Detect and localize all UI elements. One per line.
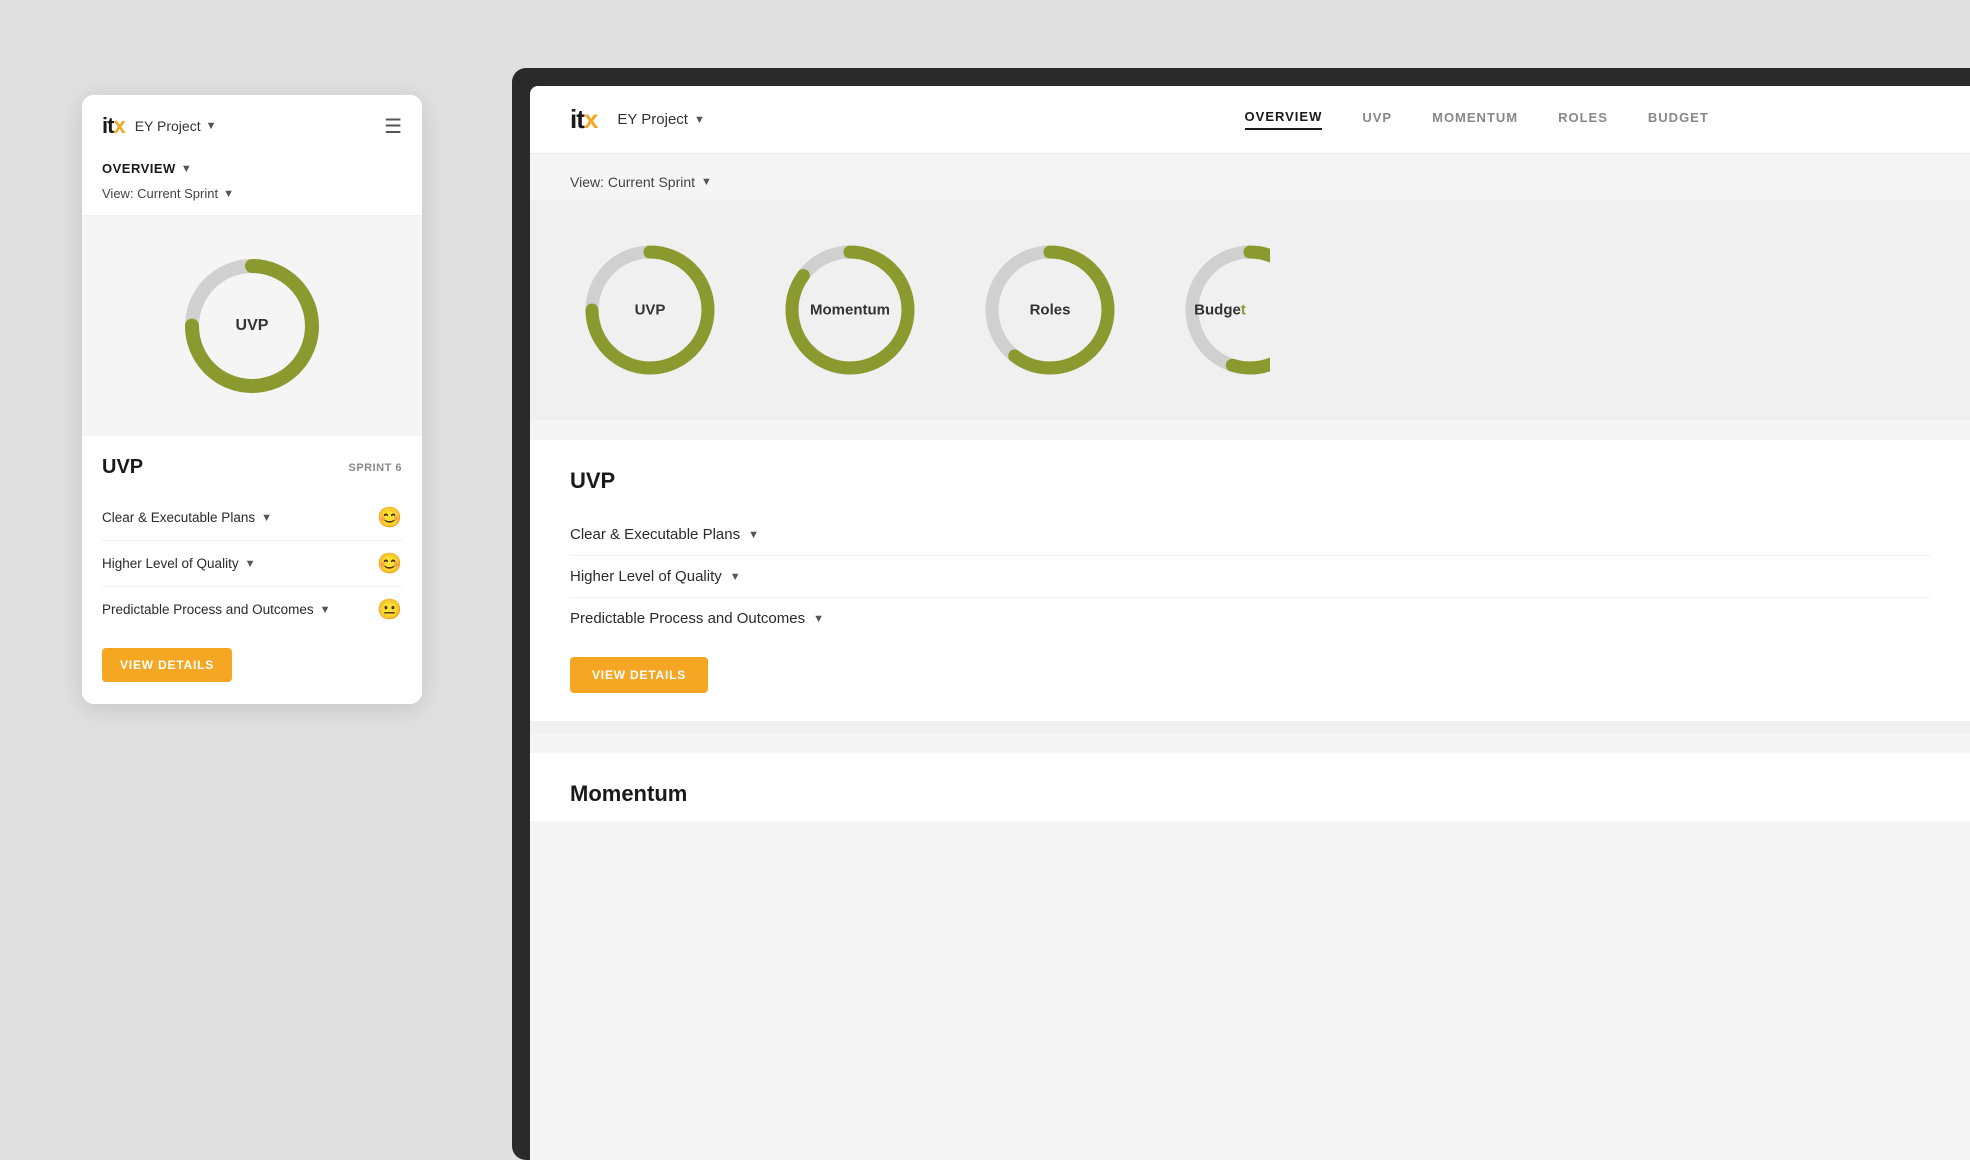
desktop-view-selector[interactable]: View: Current Sprint ▼ <box>530 154 1970 200</box>
list-item[interactable]: Higher Level of Quality ▼ 😊 <box>102 541 402 587</box>
mobile-project-label: EY Project <box>135 118 201 134</box>
desktop-header: itx EY Project ▼ OVERVIEW UVP MOMENTUM R… <box>530 86 1970 154</box>
mobile-header-left: itx EY Project ▼ <box>102 113 216 139</box>
desktop-header-left: itx EY Project ▼ <box>570 104 1023 135</box>
charts-row: UVP Momentum Roles <box>530 200 1970 420</box>
tab-roles[interactable]: ROLES <box>1558 110 1608 129</box>
chart-roles-label: Roles <box>1030 302 1071 319</box>
chart-roles[interactable]: Roles <box>970 230 1130 390</box>
mobile-donut-label: UVP <box>236 317 269 335</box>
tab-overview[interactable]: OVERVIEW <box>1245 109 1323 130</box>
chevron-down-icon: ▼ <box>730 571 741 583</box>
desktop-view-details-button[interactable]: VIEW DETAILS <box>570 657 708 693</box>
hamburger-icon[interactable]: ☰ <box>384 114 402 139</box>
chevron-down-icon: ▼ <box>320 604 331 616</box>
chevron-down-icon: ▼ <box>701 176 712 188</box>
chevron-down-icon: ▼ <box>813 613 824 625</box>
list-item[interactable]: Clear & Executable Plans ▼ <box>570 514 1930 556</box>
uvp-item-label: Predictable Process and Outcomes ▼ <box>102 602 331 617</box>
mobile-view-selector[interactable]: View: Current Sprint ▼ <box>102 186 402 201</box>
mobile-card: itx EY Project ▼ ☰ OVERVIEW ▼ View: Curr… <box>82 95 422 704</box>
tab-uvp[interactable]: UVP <box>1362 110 1392 129</box>
chart-budget[interactable]: Budget <box>1170 230 1270 390</box>
chevron-down-icon: ▼ <box>748 529 759 541</box>
neutral-emoji-icon: 😐 <box>377 597 402 622</box>
list-item[interactable]: Predictable Process and Outcomes ▼ <box>570 598 1930 639</box>
tab-budget[interactable]: BUDGET <box>1648 110 1709 129</box>
mobile-uvp-title: UVP <box>102 456 143 479</box>
chart-uvp-label: UVP <box>635 302 666 319</box>
uvp-item-label: Higher Level of Quality ▼ <box>102 556 255 571</box>
mobile-donut-uvp: UVP <box>172 246 332 406</box>
mobile-uvp-header: UVP SPRINT 6 <box>102 456 402 479</box>
chart-momentum-label: Momentum <box>810 302 890 319</box>
mobile-project-selector[interactable]: EY Project ▼ <box>135 118 217 134</box>
list-item[interactable]: Higher Level of Quality ▼ <box>570 556 1930 598</box>
momentum-section: Momentum <box>530 753 1970 821</box>
chart-budget-label: Budget <box>1194 302 1246 319</box>
desktop-inner: itx EY Project ▼ OVERVIEW UVP MOMENTUM R… <box>530 86 1970 1160</box>
list-item[interactable]: Predictable Process and Outcomes ▼ 😐 <box>102 587 402 632</box>
desktop-frame: itx EY Project ▼ OVERVIEW UVP MOMENTUM R… <box>512 68 1970 1160</box>
section-divider <box>530 721 1970 733</box>
desktop-project-label: EY Project <box>617 111 688 128</box>
uvp-card: UVP Clear & Executable Plans ▼ Higher Le… <box>530 440 1970 721</box>
happy-emoji-icon: 😊 <box>377 551 402 576</box>
chevron-down-icon: ▼ <box>206 120 217 132</box>
uvp-item-label: Clear & Executable Plans ▼ <box>102 510 272 525</box>
mobile-view-details-button[interactable]: VIEW DETAILS <box>102 648 232 682</box>
chevron-down-icon: ▼ <box>261 512 272 524</box>
mobile-chart-area: UVP <box>82 216 422 436</box>
chevron-down-icon: ▼ <box>694 114 705 126</box>
mobile-uvp-section: UVP SPRINT 6 Clear & Executable Plans ▼ … <box>82 436 422 704</box>
happy-emoji-icon: 😊 <box>377 505 402 530</box>
desktop-uvp-item-label: Predictable Process and Outcomes ▼ <box>570 610 824 627</box>
mobile-nav: OVERVIEW ▼ View: Current Sprint ▼ <box>82 153 422 216</box>
desktop-uvp-item-label: Higher Level of Quality ▼ <box>570 568 741 585</box>
chevron-down-icon: ▼ <box>245 558 256 570</box>
desktop-content: View: Current Sprint ▼ UVP <box>530 154 1970 1160</box>
list-item[interactable]: Clear & Executable Plans ▼ 😊 <box>102 495 402 541</box>
mobile-header: itx EY Project ▼ ☰ <box>82 95 422 153</box>
chart-momentum[interactable]: Momentum <box>770 230 930 390</box>
desktop-uvp-item-label: Clear & Executable Plans ▼ <box>570 526 759 543</box>
tab-momentum[interactable]: MOMENTUM <box>1432 110 1518 129</box>
desktop-nav: OVERVIEW UVP MOMENTUM ROLES BUDGET <box>1023 109 1930 130</box>
desktop-project-selector[interactable]: EY Project ▼ <box>617 111 704 128</box>
chevron-down-icon: ▼ <box>181 163 192 175</box>
chevron-down-icon: ▼ <box>223 188 234 200</box>
mobile-nav-title[interactable]: OVERVIEW ▼ <box>102 161 402 176</box>
mobile-sprint-badge: SPRINT 6 <box>348 462 402 474</box>
momentum-title: Momentum <box>570 781 1930 807</box>
chart-uvp[interactable]: UVP <box>570 230 730 390</box>
desktop-logo: itx <box>570 104 597 135</box>
mobile-logo: itx <box>102 113 125 139</box>
uvp-card-title: UVP <box>570 468 1930 494</box>
